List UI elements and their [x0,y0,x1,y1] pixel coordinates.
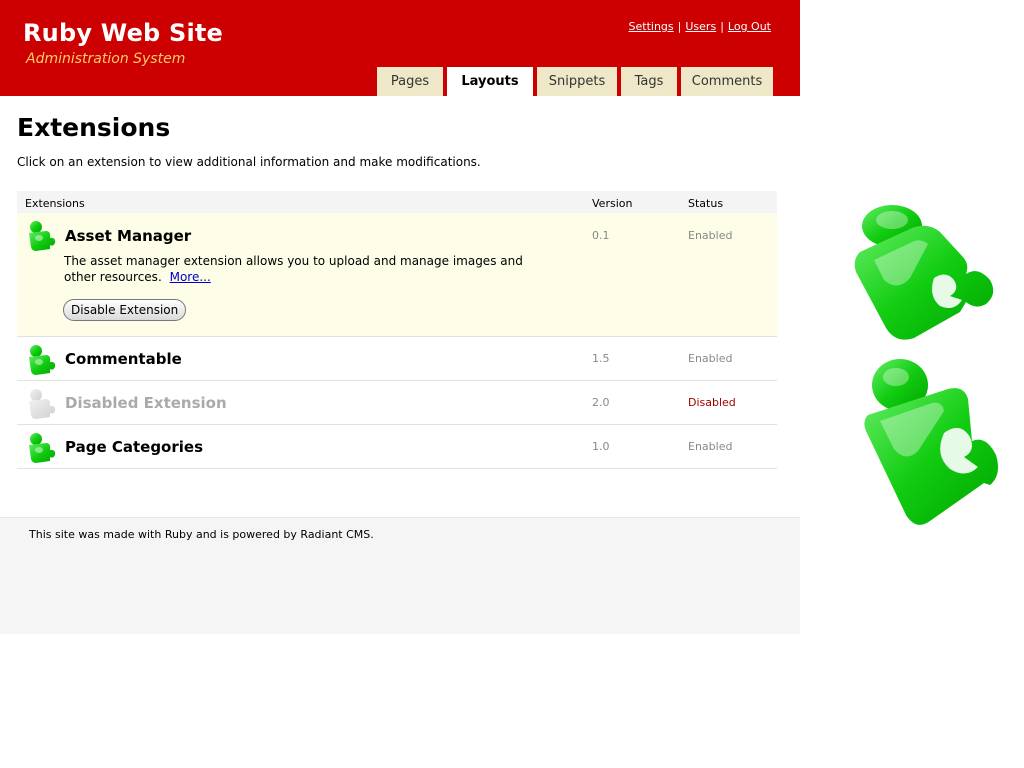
extension-row-page-categories[interactable]: Page Categories 1.0 Enabled [17,425,777,469]
extension-status: Disabled [688,396,736,409]
tab-tags[interactable]: Tags [621,67,677,96]
tab-layouts[interactable]: Layouts [447,67,533,96]
extensions-table: Extensions Version Status Asset Manager … [17,191,777,469]
extension-version: 2.0 [592,396,610,409]
extension-version: 1.0 [592,440,610,453]
footer-text: This site was made with Ruby and is powe… [29,528,374,541]
disable-extension-button[interactable]: Disable Extension [63,299,187,321]
extension-version: 0.1 [592,229,610,242]
footer: This site was made with Ruby and is powe… [0,517,800,634]
intro-text: Click on an extension to view additional… [17,155,481,169]
site-title: Ruby Web Site [23,19,224,47]
extension-status: Enabled [688,440,733,453]
puzzle-piece-icon [29,221,56,251]
extension-name[interactable]: Asset Manager [65,227,191,245]
column-header-status: Status [688,197,724,210]
large-puzzle-piece-icon [864,359,998,525]
puzzle-piece-disabled-icon [29,389,56,419]
extension-name[interactable]: Page Categories [65,438,203,456]
table-header: Extensions Version Status [17,191,777,213]
extension-status: Enabled [688,352,733,365]
settings-link[interactable]: Settings [629,20,674,33]
extension-row-asset-manager[interactable]: Asset Manager 0.1 Enabled The asset mana… [17,213,777,337]
tab-pages[interactable]: Pages [377,67,443,96]
nav-separator: | [677,20,682,33]
tab-snippets[interactable]: Snippets [537,67,617,96]
user-nav: Settings | Users | Log Out [629,20,771,33]
extension-row-commentable[interactable]: Commentable 1.5 Enabled [17,337,777,381]
extension-name[interactable]: Disabled Extension [65,394,227,412]
more-link[interactable]: More... [170,270,211,284]
description-text: The asset manager extension allows you t… [64,254,523,284]
site-subtitle: Administration System [26,51,186,67]
large-puzzle-piece-icon [854,205,994,340]
tab-comments[interactable]: Comments [681,67,773,96]
puzzle-piece-icon [29,345,56,375]
logout-link[interactable]: Log Out [728,20,771,33]
column-header-version: Version [592,197,633,210]
extension-version: 1.5 [592,352,610,365]
header: Ruby Web Site Administration System Sett… [0,0,800,96]
extension-row-disabled-extension[interactable]: Disabled Extension 2.0 Disabled [17,381,777,425]
extension-status: Enabled [688,229,733,242]
extension-name[interactable]: Commentable [65,350,182,368]
extension-description: The asset manager extension allows you t… [64,253,534,285]
nav-separator: | [720,20,724,33]
users-link[interactable]: Users [685,20,716,33]
page-title: Extensions [17,113,171,142]
column-header-extensions: Extensions [25,197,85,210]
puzzle-piece-icon [29,433,56,463]
